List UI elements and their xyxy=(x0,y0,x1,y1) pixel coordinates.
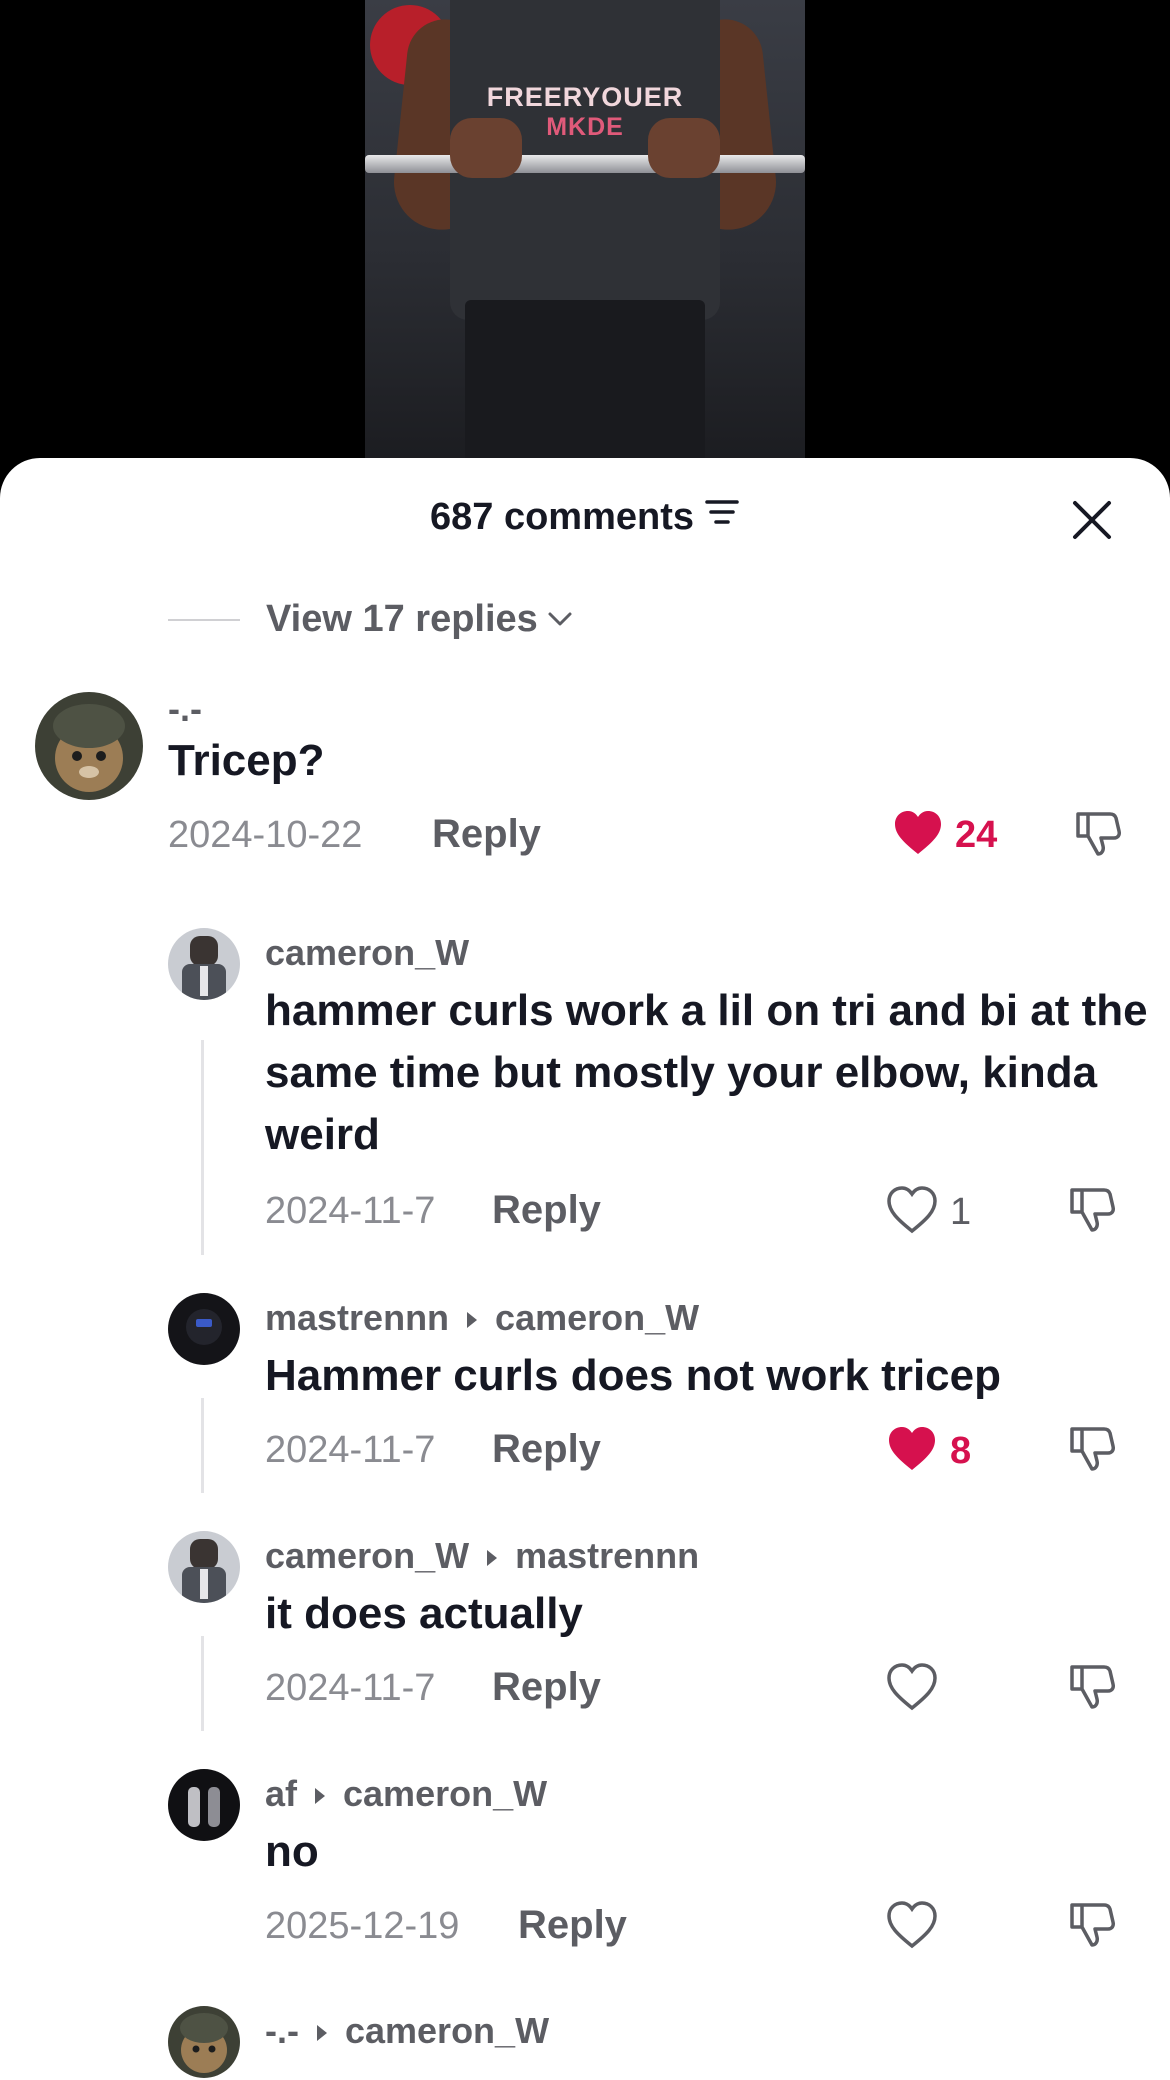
close-button[interactable] xyxy=(1066,494,1118,546)
reply-button[interactable]: Reply xyxy=(432,812,541,857)
reply-button[interactable]: Reply xyxy=(492,1188,601,1233)
reply-username: af cameron_W xyxy=(265,1773,547,1815)
heart-outline-icon xyxy=(886,1901,938,1954)
close-icon xyxy=(1073,501,1111,539)
heart-outline-icon xyxy=(886,1186,938,1239)
shorts xyxy=(465,300,705,470)
thumbs-down-icon xyxy=(1066,1665,1118,1717)
like-button[interactable]: 1 xyxy=(886,1186,971,1239)
video-player[interactable]: FREERYOUER MKDE xyxy=(0,0,1170,470)
thumbs-down-icon xyxy=(1072,812,1124,864)
like-count: 8 xyxy=(950,1430,972,1472)
comment-text: Tricep? xyxy=(168,736,325,785)
reply-author[interactable]: cameron_W xyxy=(265,1535,469,1577)
chevron-down-icon xyxy=(546,610,574,633)
avatar[interactable] xyxy=(168,1531,240,1603)
heart-filled-icon xyxy=(893,810,943,861)
reply-item: -.- cameron_W xyxy=(0,2006,1170,2080)
barbell xyxy=(365,155,805,173)
divider xyxy=(168,618,240,621)
reply-username: cameron_W mastrennn xyxy=(265,1535,699,1577)
reply-username[interactable]: cameron_W xyxy=(265,932,469,974)
left-hand xyxy=(450,118,522,178)
reply-target[interactable]: cameron_W xyxy=(345,2010,549,2052)
reply-item: mastrennn cameron_W Hammer curls does no… xyxy=(0,1293,1170,1503)
dislike-button[interactable] xyxy=(1066,1661,1118,1718)
reply-username: -.- cameron_W xyxy=(265,2010,549,2052)
avatar[interactable] xyxy=(168,2006,240,2078)
like-button[interactable] xyxy=(886,1663,938,1716)
dislike-button[interactable] xyxy=(1066,1184,1118,1241)
heart-outline-icon xyxy=(886,1663,938,1716)
caret-right-icon xyxy=(485,1535,499,1577)
avatar[interactable] xyxy=(168,1293,240,1365)
thumbs-down-icon xyxy=(1066,1903,1118,1955)
sheet-header: 687 comments xyxy=(0,458,1170,578)
comments-sheet: 687 comments View 17 replies -.- Tricep?… xyxy=(0,458,1170,2080)
reply-author[interactable]: -.- xyxy=(265,2010,299,2052)
reply-item: af cameron_W no 2025-12-19 Reply xyxy=(0,1769,1170,1979)
reply-text: hammer curls work a lil on tri and bi at… xyxy=(265,986,1148,1159)
right-hand xyxy=(648,118,720,178)
like-count: 24 xyxy=(955,814,998,856)
reply-text: Hammer curls does not work tricep xyxy=(265,1351,1001,1400)
view-replies-button[interactable]: View 17 replies xyxy=(168,598,574,641)
comment-count: 687 comments xyxy=(429,496,694,538)
shirt-text-line1: FREERYOUER xyxy=(486,82,684,112)
comment-username[interactable]: -.- xyxy=(168,688,202,730)
reply-item: cameron_W mastrennn it does actually 202… xyxy=(0,1531,1170,1741)
dislike-button[interactable] xyxy=(1072,808,1124,865)
reply-target[interactable]: mastrennn xyxy=(515,1535,699,1577)
reply-author[interactable]: af xyxy=(265,1773,297,1815)
like-count: 1 xyxy=(950,1191,972,1233)
video-frame[interactable]: FREERYOUER MKDE xyxy=(365,0,805,470)
caret-right-icon xyxy=(313,1773,327,1815)
reply-date: 2024-11-7 xyxy=(265,1429,436,1471)
reply-text: no xyxy=(265,1827,319,1876)
caret-right-icon xyxy=(315,2010,329,2052)
reply-date: 2025-12-19 xyxy=(265,1905,460,1947)
reply-author[interactable]: mastrennn xyxy=(265,1297,449,1339)
comment-count-header[interactable]: 687 comments xyxy=(0,496,1170,539)
reply-target[interactable]: cameron_W xyxy=(343,1773,547,1815)
comment-date: 2024-10-22 xyxy=(168,814,363,856)
avatar[interactable] xyxy=(168,928,240,1000)
like-button[interactable]: 24 xyxy=(893,810,997,861)
reply-item: cameron_W hammer curls work a lil on tri… xyxy=(0,928,1170,1268)
thumbs-down-icon xyxy=(1066,1188,1118,1240)
dislike-button[interactable] xyxy=(1066,1423,1118,1480)
reply-date: 2024-11-7 xyxy=(265,1190,436,1232)
thumbs-down-icon xyxy=(1066,1427,1118,1479)
view-replies-label: View 17 replies xyxy=(266,598,538,640)
reply-button[interactable]: Reply xyxy=(492,1427,601,1472)
heart-filled-icon xyxy=(886,1425,938,1478)
reply-button[interactable]: Reply xyxy=(492,1665,601,1710)
reply-date: 2024-11-7 xyxy=(265,1667,436,1709)
sort-icon[interactable] xyxy=(704,494,740,537)
like-button[interactable]: 8 xyxy=(886,1425,971,1478)
reply-text: it does actually xyxy=(265,1589,583,1638)
caret-right-icon xyxy=(465,1297,479,1339)
like-button[interactable] xyxy=(886,1901,938,1954)
reply-username: mastrennn cameron_W xyxy=(265,1297,699,1339)
reply-button[interactable]: Reply xyxy=(518,1903,627,1948)
comment-item: -.- Tricep? 2024-10-22 Reply 24 xyxy=(0,688,1170,918)
dislike-button[interactable] xyxy=(1066,1899,1118,1956)
avatar[interactable] xyxy=(168,1769,240,1841)
reply-target[interactable]: cameron_W xyxy=(495,1297,699,1339)
avatar[interactable] xyxy=(35,692,143,800)
